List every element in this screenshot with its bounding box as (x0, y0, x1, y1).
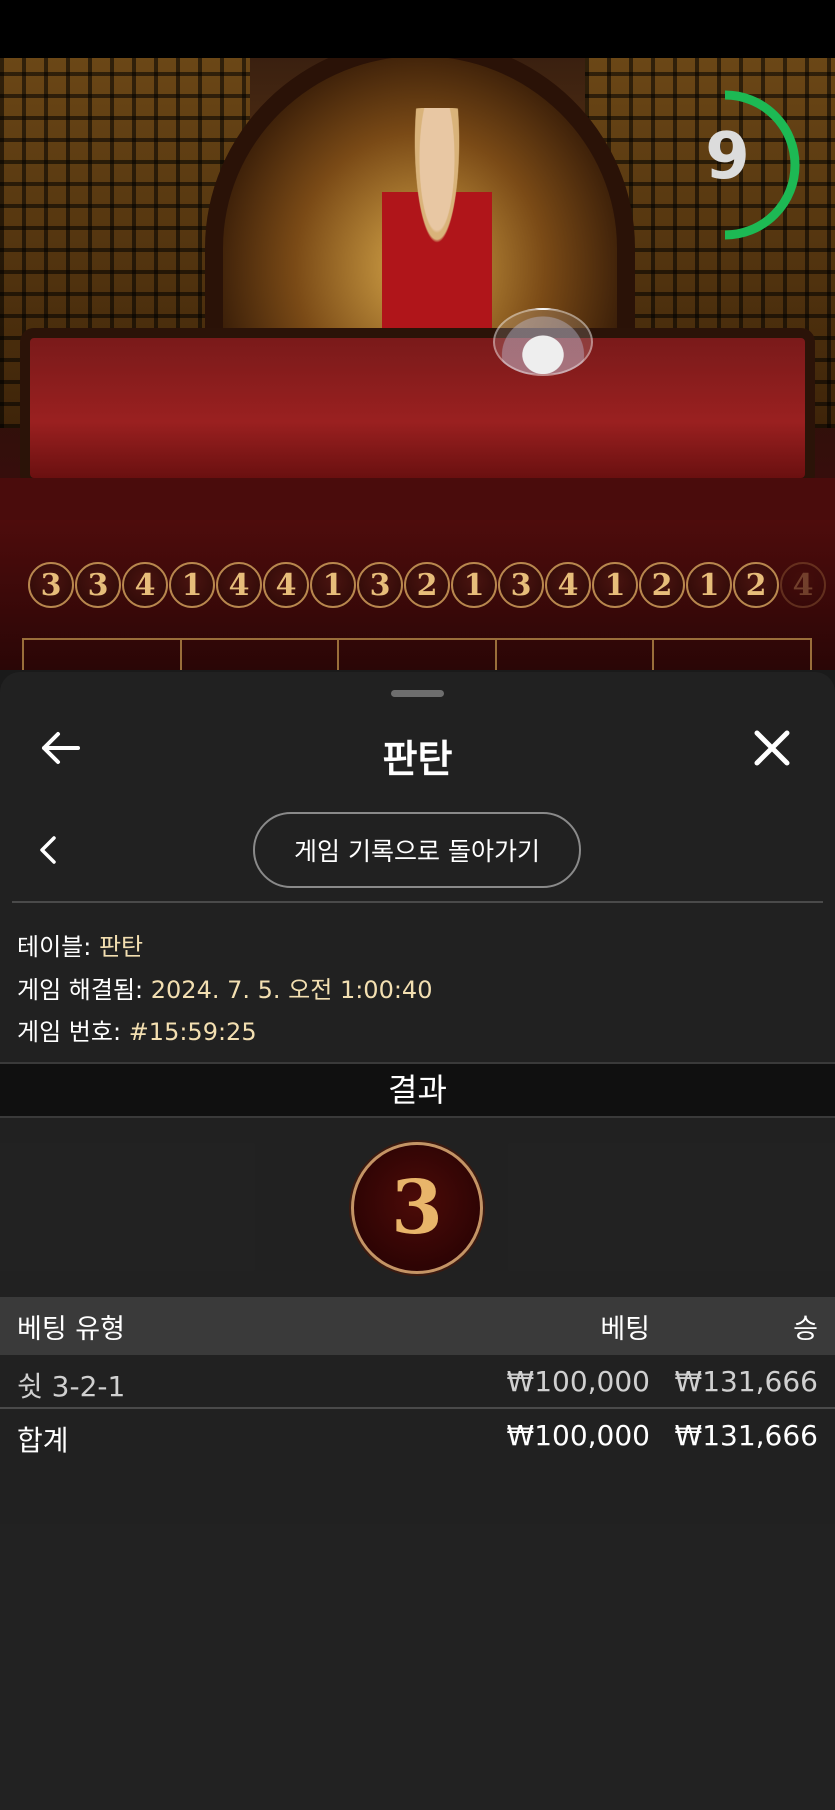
history-ball: 4 (263, 562, 309, 608)
timer-value: 9 (705, 120, 750, 194)
return-to-history-button[interactable]: 게임 기록으로 돌아가기 (253, 812, 581, 888)
info-resolved: 게임 해결됨: 2024. 7. 5. 오전 1:00:40 (17, 970, 432, 1005)
divider (12, 901, 823, 903)
history-ball: 1 (686, 562, 732, 608)
history-ball: 2 (639, 562, 685, 608)
info-value: 판탄 (98, 933, 144, 961)
countdown-timer: 9 (695, 90, 805, 240)
header-win: 승 (793, 1314, 818, 1345)
result-history: 3 3 4 1 4 4 1 3 2 1 3 4 1 2 1 2 4 (28, 562, 835, 620)
result-label: 결과 (388, 1071, 447, 1109)
info-label: 테이블: (17, 933, 92, 961)
history-ball: 2 (733, 562, 779, 608)
panel-title: 판탄 (382, 737, 453, 781)
info-label: 게임 번호: (17, 1018, 122, 1046)
history-ball: 1 (592, 562, 638, 608)
panel-header: 판탄 (0, 712, 835, 782)
bets-table-header: 베팅 유형 베팅 승 (0, 1297, 835, 1355)
total-label: 합계 (17, 1424, 69, 1457)
history-ball: 4 (545, 562, 591, 608)
bet-type-cell: 쉿 3-2-1 (17, 1370, 126, 1403)
bet-amount-cell: ₩100,000 (506, 1365, 650, 1398)
game-history-panel: 판탄 게임 기록으로 돌아가기 테이블: 판탄 게임 해결됨: 2024. 7.… (0, 672, 835, 1810)
history-ball: 4 (216, 562, 262, 608)
result-header: 결과 (0, 1062, 835, 1118)
history-nav: 게임 기록으로 돌아가기 (0, 812, 835, 888)
history-ball: 2 (404, 562, 450, 608)
status-bar (0, 0, 835, 58)
history-ball: 3 (357, 562, 403, 608)
table-row: 쉿 3-2-1 ₩100,000 ₩131,666 (0, 1355, 835, 1407)
info-table: 테이블: 판탄 (17, 927, 143, 962)
info-value: 2024. 7. 5. 오전 1:00:40 (150, 976, 433, 1004)
result-ball: 3 (351, 1142, 483, 1274)
game-table (20, 328, 815, 488)
header-bet-type: 베팅 유형 (17, 1314, 125, 1345)
total-bet: ₩100,000 (506, 1419, 650, 1452)
chevron-left-icon[interactable] (36, 832, 60, 868)
history-ball: 1 (169, 562, 215, 608)
total-win: ₩131,666 (674, 1419, 818, 1452)
history-ball: 1 (310, 562, 356, 608)
history-ball: 3 (498, 562, 544, 608)
total-row: 합계 ₩100,000 ₩131,666 (0, 1409, 835, 1461)
history-ball: 4 (780, 562, 826, 608)
info-game-number: 게임 번호: #15:59:25 (17, 1012, 257, 1047)
header-bet: 베팅 (600, 1314, 650, 1345)
floor (0, 478, 835, 520)
win-amount-cell: ₩131,666 (674, 1365, 818, 1398)
history-ball: 1 (451, 562, 497, 608)
info-label: 게임 해결됨: (17, 976, 144, 1004)
close-icon[interactable] (752, 728, 792, 768)
history-ball: 3 (28, 562, 74, 608)
info-value: #15:59:25 (128, 1018, 257, 1046)
history-ball: 4 (122, 562, 168, 608)
bead-bowl (493, 308, 593, 376)
history-ball: 3 (75, 562, 121, 608)
drag-handle[interactable] (391, 690, 444, 697)
